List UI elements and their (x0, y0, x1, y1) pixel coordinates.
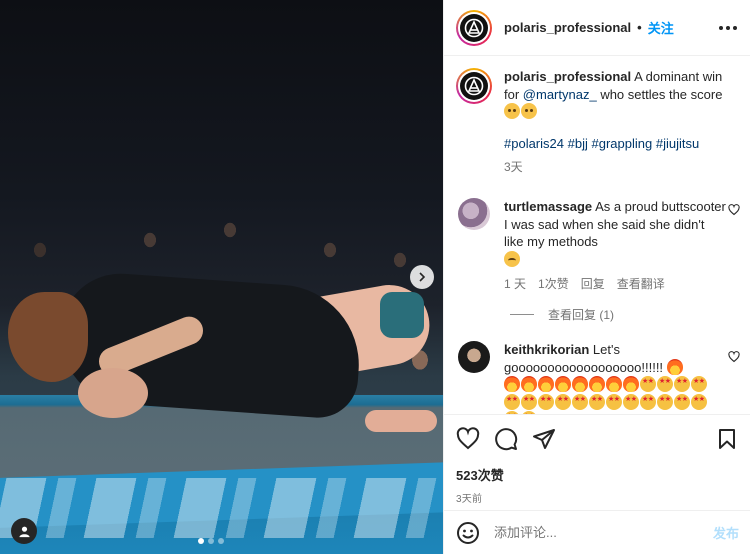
hashtag[interactable]: #grappling (592, 136, 653, 151)
post-comment-button[interactable]: 发布 (713, 523, 739, 542)
caption-hashtags: #polaris24 #bjj #grappling #jiujitsu (504, 135, 738, 153)
caption-text: who settles the score (600, 86, 723, 102)
avatar[interactable] (458, 341, 490, 373)
caption-mention[interactable]: @martynaz_ (523, 87, 597, 102)
more-icon (719, 25, 723, 30)
follow-button[interactable]: 关注 (648, 18, 674, 37)
post-actions: 523次赞 3天前 (444, 414, 750, 510)
carousel-next-button[interactable] (410, 265, 434, 289)
carousel-dot (218, 538, 224, 544)
reply-button[interactable]: 回复 (581, 276, 605, 294)
comment-likes[interactable]: 1次赞 (538, 276, 569, 294)
caption-username[interactable]: polaris_professional (504, 69, 631, 84)
star-struck-emoji-icon (606, 393, 622, 410)
avatar[interactable] (458, 198, 490, 230)
avatar[interactable] (456, 9, 492, 46)
polaris-logo-icon (464, 76, 484, 96)
comment-item: turtlemassage As a proud buttscooter I w… (458, 198, 748, 294)
mat-lettering (0, 478, 443, 538)
star-struck-emoji-icon (572, 393, 588, 410)
post-caption: polaris_professional A dominant win for … (456, 68, 746, 176)
star-struck-emoji-icon (640, 376, 656, 392)
carousel-dot (208, 538, 214, 544)
crying-emoji-icon (521, 103, 537, 119)
fire-emoji-icon (555, 376, 571, 392)
fire-emoji-icon (521, 376, 537, 392)
crying-emoji-icon (504, 103, 520, 119)
star-struck-emoji-icon (555, 393, 571, 410)
star-struck-emoji-icon (691, 393, 707, 410)
post-media[interactable] (0, 0, 443, 554)
star-struck-emoji-icon (657, 376, 673, 392)
comments-scroll-area[interactable]: polaris_professional A dominant win for … (444, 56, 750, 414)
more-options-button[interactable] (719, 25, 737, 30)
star-struck-emoji-icon (504, 393, 520, 410)
post-details-panel: polaris_professional • 关注 polaris_profes… (443, 0, 750, 554)
fire-emoji-icon (623, 376, 639, 392)
view-replies-label: 查看回复 (1) (548, 308, 615, 322)
star-struck-emoji-icon (538, 393, 554, 410)
carousel-dot (198, 538, 204, 544)
fighter-head (78, 368, 148, 418)
caption-time: 3天 (504, 159, 523, 174)
comment-like-icon[interactable] (728, 204, 740, 216)
comment-time: 1 天 (504, 277, 527, 291)
post-header: polaris_professional • 关注 (444, 0, 750, 56)
user-tag-button[interactable] (11, 518, 37, 544)
add-comment-bar: 发布 (444, 510, 750, 554)
comment-username[interactable]: keithkrikorian (504, 342, 589, 357)
star-struck-emoji-icon (657, 393, 673, 410)
comment-like-icon[interactable] (728, 351, 740, 363)
polaris-logo-icon (464, 18, 484, 37)
likes-count[interactable]: 523次赞 (456, 465, 739, 484)
star-struck-emoji-icon (674, 393, 690, 410)
fighter-knee-sleeve (380, 292, 424, 338)
comment-username[interactable]: turtlemassage (504, 199, 592, 214)
emoji-icon[interactable] (456, 521, 480, 545)
post-time: 3天前 (456, 494, 483, 505)
avatar[interactable] (456, 68, 492, 104)
share-icon[interactable] (532, 427, 556, 451)
header-username[interactable]: polaris_professional (504, 20, 631, 35)
star-struck-emoji-icon (623, 393, 639, 410)
star-struck-emoji-icon (674, 376, 690, 392)
user-tag-icon (18, 526, 30, 537)
fire-emoji-icon (504, 376, 520, 392)
comment-meta: 1 天 1次赞 回复 查看翻译 (504, 276, 726, 294)
translate-button[interactable]: 查看翻译 (617, 276, 665, 294)
heart-icon[interactable] (456, 427, 480, 451)
emoji-row (504, 376, 726, 394)
fighter-foot (365, 410, 437, 432)
hashtag[interactable]: #polaris24 (504, 136, 564, 151)
bookmark-icon[interactable] (715, 427, 739, 451)
view-replies-button[interactable]: 查看回复 (1) (510, 306, 614, 323)
star-struck-emoji-icon (691, 376, 707, 392)
star-struck-emoji-icon (589, 393, 605, 410)
chevron-right-icon (419, 272, 426, 282)
fire-emoji-icon (538, 376, 554, 392)
comment-input[interactable] (494, 525, 713, 540)
comment-item: keithkrikorian Let's goooooooooooooooooo… (458, 341, 748, 414)
star-struck-emoji-icon (640, 393, 656, 410)
hashtag[interactable]: #bjj (568, 136, 588, 151)
star-struck-emoji-icon (521, 393, 537, 410)
fire-emoji-icon (572, 376, 588, 392)
carousel-indicator (198, 538, 224, 544)
sad-emoji-icon (504, 250, 520, 267)
fire-emoji-icon (666, 358, 683, 375)
header-separator: • (637, 20, 642, 35)
fire-emoji-icon (606, 376, 622, 392)
fire-emoji-icon (589, 376, 605, 392)
comment-icon[interactable] (494, 427, 518, 451)
emoji-row (504, 393, 726, 412)
hashtag[interactable]: #jiujitsu (656, 136, 699, 151)
